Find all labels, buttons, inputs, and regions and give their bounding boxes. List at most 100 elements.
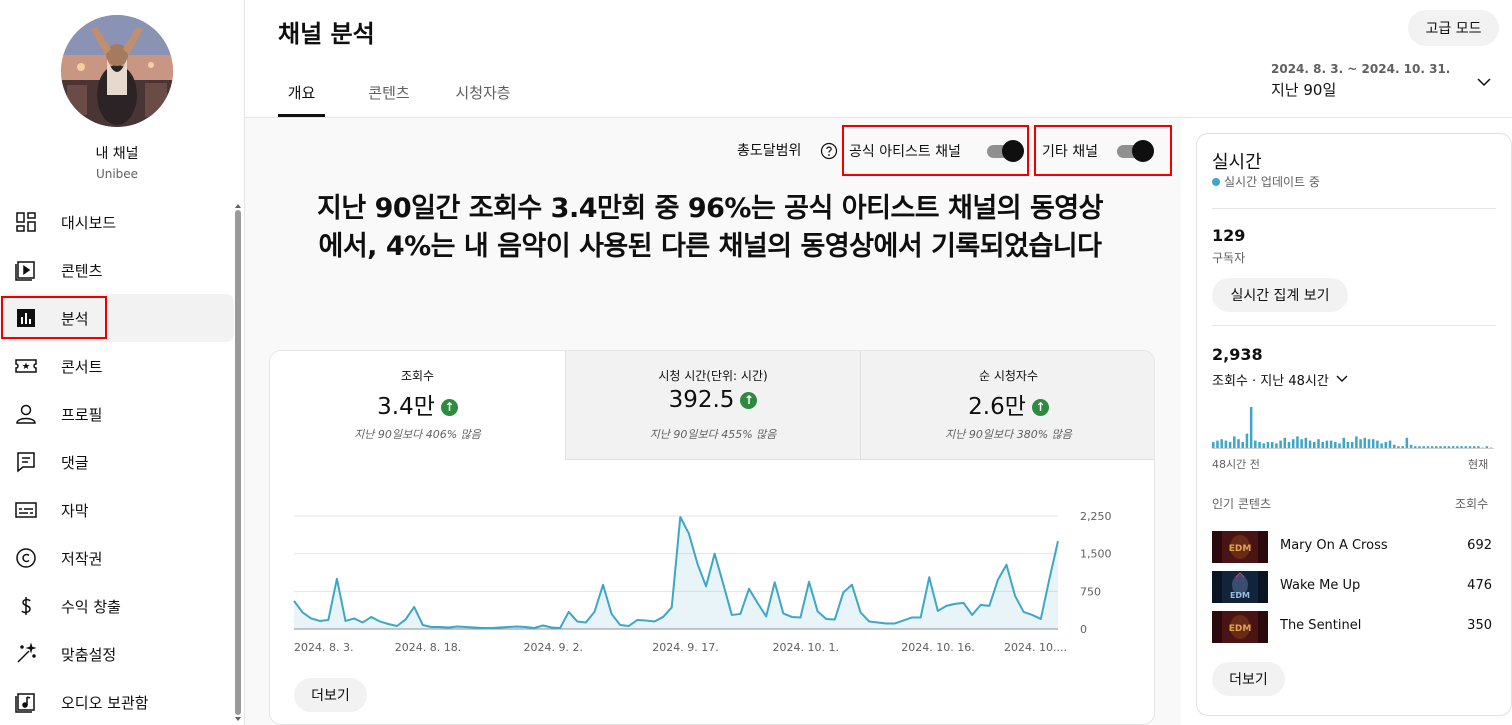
live-dot-icon: [1212, 178, 1220, 186]
realtime-views: 2,938: [1212, 345, 1263, 364]
realtime-views-label[interactable]: 조회수 · 지난 48시간: [1212, 370, 1329, 389]
copyright-icon: [14, 546, 38, 570]
sidebar-item-label: 자막: [61, 501, 89, 520]
realtime-live-label: 실시간 업데이트 중: [1224, 175, 1320, 189]
top-content-label: 인기 콘텐츠: [1212, 497, 1272, 511]
spark-bar: [1359, 439, 1362, 449]
chevron-down-icon[interactable]: [1335, 373, 1349, 385]
views-chart[interactable]: 2,250 1,500 750 0 2024. 8. 3. 2024. 8. 18. 202…: [270, 501, 1155, 661]
toggle-other-channel[interactable]: [1115, 140, 1154, 162]
top-content-views: 692: [1467, 538, 1492, 553]
divider: [1212, 208, 1496, 209]
sidebar-nav: 대시보드 콘텐츠 분석 콘서트 프로필 댓글 자막 저작권 수익 창출 맞춤설정…: [0, 198, 234, 725]
spark-bar: [1317, 439, 1320, 449]
chart-area-fill: [294, 517, 1058, 629]
realtime-aggregate-button[interactable]: 실시간 집계 보기: [1212, 278, 1348, 312]
spark-bar: [1212, 442, 1215, 449]
spark-bar: [1342, 437, 1346, 449]
chart-y-tick-label: 1,500: [1080, 548, 1112, 561]
realtime-spark-chart: [1212, 407, 1494, 449]
top-content-title[interactable]: Wake Me Up: [1280, 578, 1360, 593]
top-content-title[interactable]: Mary On A Cross: [1280, 538, 1388, 553]
spark-bar: [1329, 440, 1333, 449]
chart-x-tick-label: 2024. 9. 2.: [524, 641, 583, 654]
realtime-live-status: 실시간 업데이트 중: [1212, 173, 1320, 190]
top-content-row[interactable]: EDM The Sentinel 350: [1212, 611, 1492, 643]
video-thumbnail[interactable]: EDM: [1212, 611, 1268, 643]
sidebar-item-dashboard[interactable]: 대시보드: [0, 198, 234, 246]
subtitles-icon: [14, 498, 38, 522]
metric-unique-viewers[interactable]: 순 시청자수 2.6만 ↑ 지난 90일보다 380% 많음: [860, 351, 1154, 460]
sidebar-item-concerts[interactable]: 콘서트: [0, 342, 234, 390]
summary-headline: 지난 90일간 조회수 3.4만회 중 96%는 공식 아티스트 채널의 동영상…: [317, 193, 1103, 262]
spark-bar: [1283, 437, 1287, 449]
metric-value: 392.5 ↑: [566, 387, 860, 413]
spark-bar: [1216, 440, 1219, 449]
more-button[interactable]: 더보기: [294, 678, 367, 712]
spark-bar: [1258, 442, 1261, 449]
sidebar-item-customization[interactable]: 맞춤설정: [0, 630, 234, 678]
reach-label: 총도달범위: [737, 143, 802, 159]
date-range-label[interactable]: 지난 90일: [1271, 79, 1336, 100]
sidebar-item-comments[interactable]: 댓글: [0, 438, 234, 486]
spark-bar: [1241, 442, 1244, 449]
sidebar-item-copyright[interactable]: 저작권: [0, 534, 234, 582]
toggle-official-label: 공식 아티스트 채널: [849, 144, 961, 160]
sidebar-scroll-thumb[interactable]: [235, 210, 241, 715]
top-content-row[interactable]: EDM Mary On A Cross 692: [1212, 531, 1492, 563]
top-content-title[interactable]: The Sentinel: [1280, 618, 1361, 633]
scroll-up-arrow-icon[interactable]: [235, 204, 241, 208]
chevron-down-icon[interactable]: [1476, 74, 1492, 90]
metric-value-text: 392.5: [668, 387, 735, 413]
chart-x-tick-label: 2024. 8. 18.: [395, 641, 461, 654]
metric-delta: 지난 90일보다 455% 많음: [649, 428, 777, 441]
spark-bar: [1367, 439, 1371, 449]
chart-y-tick-label: 0: [1080, 623, 1087, 636]
metric-label: 조회수: [400, 369, 435, 383]
metric-value-text: 3.4만: [377, 394, 435, 420]
metrics-card: 조회수 3.4만 ↑ 지난 90일보다 406% 많음 시청 시간(단위: 시간)…: [269, 350, 1155, 725]
metric-views[interactable]: 조회수 3.4만 ↑ 지난 90일보다 406% 많음: [270, 351, 565, 460]
sidebar: 내 채널 Unibee 대시보드 콘텐츠 분석 콘서트 프로필 댓글 자막 저작…: [0, 0, 245, 725]
sidebar-item-label: 댓글: [61, 453, 89, 472]
sidebar-item-profile[interactable]: 프로필: [0, 390, 234, 438]
sidebar-item-label: 프로필: [61, 405, 103, 424]
sidebar-item-subtitles[interactable]: 자막: [0, 486, 234, 534]
arrow-up-icon: ↑: [740, 392, 758, 409]
arrow-up-icon: ↑: [440, 399, 458, 416]
tab-content[interactable]: 콘텐츠: [362, 70, 416, 117]
metric-value: 2.6만 ↑: [861, 387, 1154, 421]
realtime-title: 실시간: [1212, 152, 1262, 173]
dashboard-icon: [14, 210, 38, 234]
top-content-row[interactable]: EDM Wake Me Up 476: [1212, 571, 1492, 603]
metric-watch-time[interactable]: 시청 시간(단위: 시간) 392.5 ↑ 지난 90일보다 455% 많음: [565, 351, 860, 460]
svg-text:EDM: EDM: [1229, 544, 1252, 554]
sidebar-item-label: 오디오 보관함: [61, 693, 149, 712]
sidebar-item-content[interactable]: 콘텐츠: [0, 246, 234, 294]
tab-audience[interactable]: 시청자층: [450, 70, 516, 117]
tab-overview[interactable]: 개요: [278, 70, 325, 117]
ticket-icon: [14, 354, 38, 378]
spark-bar: [1270, 442, 1274, 449]
comments-icon: [14, 450, 38, 474]
sidebar-item-label: 콘텐츠: [61, 261, 103, 280]
spark-axis-right: 현재: [1468, 458, 1489, 471]
sidebar-item-label: 수익 창출: [61, 597, 121, 616]
scroll-down-arrow-icon[interactable]: [235, 717, 241, 721]
spark-bar: [1233, 436, 1236, 449]
realtime-more-button[interactable]: 더보기: [1212, 662, 1285, 696]
audio-library-icon: [14, 690, 38, 714]
sidebar-item-audio-library[interactable]: 오디오 보관함: [0, 678, 234, 725]
spark-bar: [1363, 437, 1367, 449]
divider: [1212, 325, 1496, 326]
video-thumbnail[interactable]: EDM: [1212, 571, 1268, 603]
advanced-mode-button[interactable]: 고급 모드: [1408, 10, 1499, 46]
channel-avatar[interactable]: [61, 15, 173, 127]
date-range-text[interactable]: 2024. 8. 3. ~ 2024. 10. 31.: [1271, 62, 1450, 76]
sidebar-item-label: 저작권: [61, 549, 103, 568]
help-icon[interactable]: [820, 142, 838, 160]
sidebar-item-monetization[interactable]: 수익 창출: [0, 582, 234, 630]
video-thumbnail[interactable]: EDM: [1212, 531, 1268, 563]
chart-x-tick-label: 2024. 10. 16.: [901, 641, 974, 654]
toggle-official-channel[interactable]: [985, 140, 1024, 162]
